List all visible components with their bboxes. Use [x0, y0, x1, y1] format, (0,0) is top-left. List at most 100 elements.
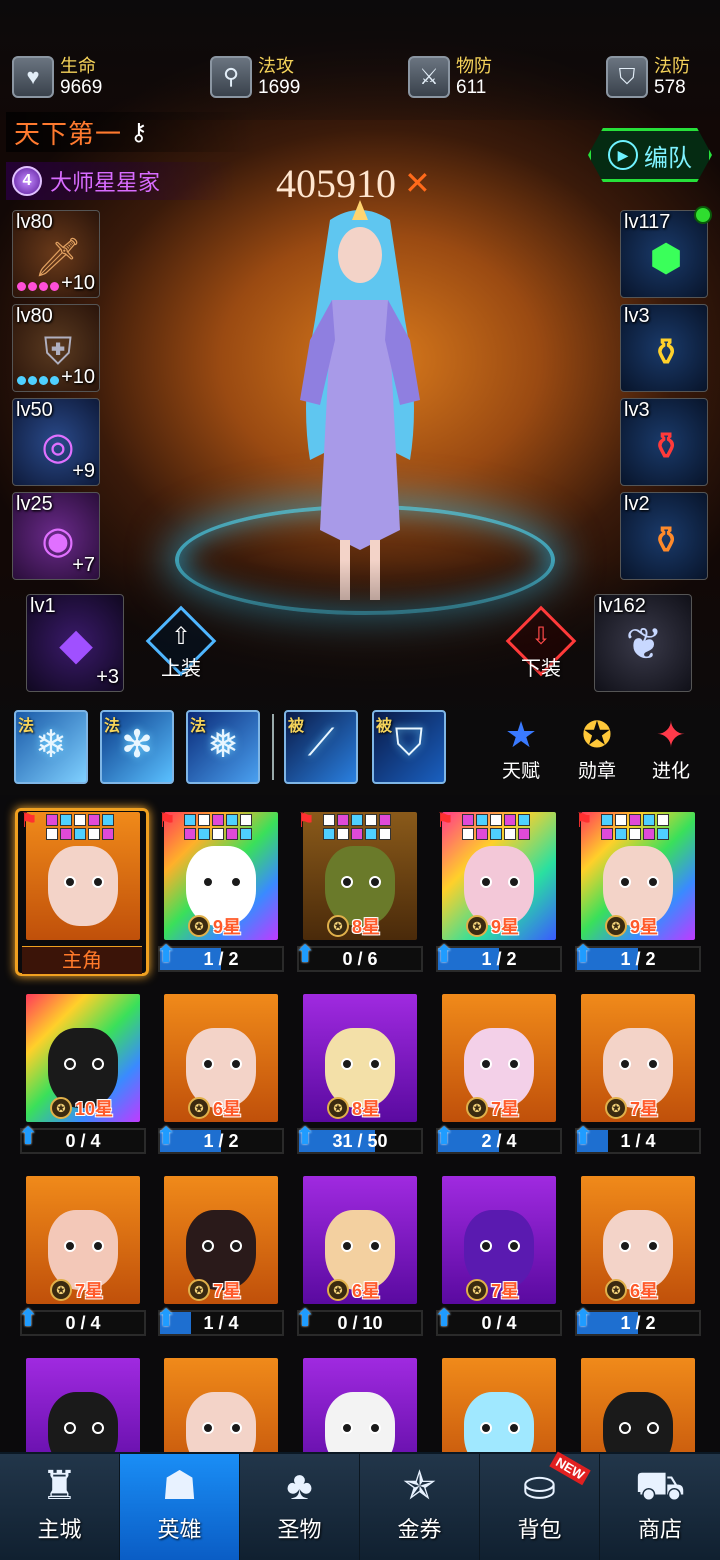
- equip-yellow-potion[interactable]: ⚱ lv3: [620, 304, 708, 392]
- nav-label: 背包: [517, 1517, 562, 1542]
- team-button-label: 编队: [644, 144, 692, 172]
- medal-button[interactable]: ✪ 勋章: [564, 714, 630, 784]
- hero-card[interactable]: ✪ 6星 1 / 2 ⬆: [573, 1176, 701, 1356]
- equip-ring[interactable]: ◎ lv50 +9: [12, 398, 100, 486]
- hero-card[interactable]: ✪ 6星 0 / 10 ⬆: [295, 1176, 423, 1356]
- hero-card[interactable]: ✪ 8星 31 / 50 ⬆: [295, 994, 423, 1174]
- hero-stars: ✪ 6星: [605, 1278, 658, 1302]
- hero-card[interactable]: ✪ 7星 1 / 4 ⬆: [573, 994, 701, 1174]
- equip-level: lv3: [624, 305, 650, 327]
- gem-pips: [462, 814, 530, 840]
- evolve-icon: ✦: [655, 714, 687, 755]
- equip-fire-potion[interactable]: ⚱ lv2: [620, 492, 708, 580]
- star-count: 7星: [213, 1281, 242, 1301]
- clover-icon: ♣: [286, 1464, 313, 1508]
- upgrade-arrow-icon: ⬆: [434, 1305, 455, 1332]
- evolve-label: 进化: [651, 761, 690, 782]
- shard-count: 1 / 2: [203, 1131, 239, 1151]
- hero-card[interactable]: ✪ 7星 0 / 4 ⬆: [434, 1176, 562, 1356]
- evolve-button[interactable]: ✦ 进化: [638, 714, 704, 784]
- nav-relics[interactable]: ♣ 圣物: [240, 1454, 360, 1560]
- shard-progress-bar: 0 / 6: [297, 946, 423, 972]
- stat-label: 法攻: [258, 56, 294, 76]
- shard-count: 0 / 6: [342, 949, 378, 969]
- wand-icon: ⚲: [210, 56, 252, 98]
- equip-red-potion[interactable]: ⚱ lv3: [620, 398, 708, 486]
- hero-card[interactable]: ✪ 7星 0 / 4 ⬆: [18, 1176, 146, 1356]
- stat-label: 生命: [60, 56, 96, 76]
- equip-wings[interactable]: ❦ lv162: [594, 594, 692, 692]
- play-icon: ▶: [608, 140, 638, 170]
- nav-backpack[interactable]: ⛀ 背包 NEW: [480, 1451, 600, 1560]
- hero-card[interactable]: ⚑ ✪ 9星 1 / 2 ⬆: [573, 810, 701, 992]
- hero-eyes: [64, 1240, 104, 1252]
- hero-eyes: [480, 876, 520, 888]
- class-icon: ✪: [327, 1097, 349, 1119]
- gem-pips: [601, 814, 669, 840]
- equip-level: lv162: [598, 595, 646, 617]
- flag-icon: ⚑: [158, 810, 176, 832]
- stat-value: 9669: [60, 77, 103, 98]
- nav-main-city[interactable]: ♜ 主城: [0, 1454, 120, 1560]
- hero-stars: ✪ 10星: [50, 1096, 113, 1120]
- nav-heroes[interactable]: ☗ 英雄: [120, 1454, 240, 1560]
- red-potion-icon: ⚱: [650, 425, 682, 468]
- equip-level: lv3: [624, 399, 650, 421]
- class-icon: ✪: [327, 1279, 349, 1301]
- star-count: 9星: [630, 917, 659, 937]
- nav-gold-voucher[interactable]: ✯ 金券: [360, 1454, 480, 1560]
- hero-card[interactable]: ✪ 6星 1 / 2 ⬆: [156, 994, 284, 1174]
- hero-eyes: [341, 1422, 381, 1434]
- skill-1[interactable]: 法 ❄: [14, 710, 88, 784]
- skill-3[interactable]: 法 ❅: [186, 710, 260, 784]
- nav-shop[interactable]: ⛟ 商店: [600, 1454, 720, 1560]
- equip-off-button[interactable]: ⇩ 下装: [505, 605, 577, 682]
- title-bar[interactable]: 天下第一 ⚷: [6, 112, 256, 152]
- upgrade-arrow-icon: ⬆: [295, 1305, 316, 1332]
- hero-card[interactable]: ⚑ ✪ 9星 1 / 2 ⬆: [434, 810, 562, 992]
- team-button[interactable]: ▶ 编队: [588, 128, 712, 182]
- equip-level: lv1: [30, 595, 56, 617]
- equip-plus: +10: [61, 366, 95, 388]
- hero-character[interactable]: [240, 200, 480, 620]
- stat-value: 578: [654, 77, 686, 98]
- equip-weapon[interactable]: 🗡 lv80 +10: [12, 210, 100, 298]
- equip-armor[interactable]: ⛨ lv80 +10: [12, 304, 100, 392]
- equip-crystal[interactable]: ◆ lv1 +3: [26, 594, 124, 692]
- class-icon: ✪: [466, 1097, 488, 1119]
- shard-count: 2 / 4: [481, 1131, 517, 1151]
- skill-5[interactable]: 被 ⛉: [372, 710, 446, 784]
- hero-card[interactable]: ✪ 10星 0 / 4 ⬆: [18, 994, 146, 1174]
- equip-on-button[interactable]: ⇧ 上装: [145, 605, 217, 682]
- hero-eyes: [480, 1058, 520, 1070]
- nav-label: 英雄: [157, 1517, 202, 1542]
- shard-count: 31 / 50: [332, 1131, 388, 1151]
- equip-bracelet[interactable]: ◉ lv25 +7: [12, 492, 100, 580]
- shard-count: 1 / 2: [620, 1313, 656, 1333]
- power-value: 405910: [276, 160, 396, 206]
- stat-label: 物防: [456, 56, 492, 76]
- skill-4[interactable]: 被 ⟋: [284, 710, 358, 784]
- shard-progress-bar: 1 / 2: [158, 946, 284, 972]
- shard-count: 0 / 4: [481, 1313, 517, 1333]
- hero-eyes: [64, 1422, 104, 1434]
- shard-progress-bar: 1 / 2: [575, 946, 701, 972]
- star-count: 8星: [352, 1099, 381, 1119]
- hero-card[interactable]: ⚑ ✪ 9星 1 / 2 ⬆: [156, 810, 284, 992]
- hero-card[interactable]: ✪ 7星 2 / 4 ⬆: [434, 994, 562, 1174]
- equip-emerald[interactable]: ⬢ lv117: [620, 210, 708, 298]
- hero-card[interactable]: ✪ 7星 1 / 4 ⬆: [156, 1176, 284, 1356]
- hero-panel: ♥ 生命 9669 ⚲ 法攻 1699 ⚔ 物防 611 ⛉ 法防 578 天下第一 ⚷…: [0, 0, 720, 795]
- crossed-swords-icon: ✕: [404, 165, 431, 201]
- nav-label: 圣物: [277, 1517, 322, 1542]
- hero-stars: ✪ 8星: [327, 914, 380, 938]
- skill-2[interactable]: 法 ✻: [100, 710, 174, 784]
- hero-stars: ✪ 9星: [466, 914, 519, 938]
- hero-card[interactable]: ⚑ ✪ 8星 0 / 6 ⬆: [295, 810, 423, 992]
- hero-eyes: [619, 876, 659, 888]
- talent-button[interactable]: ★ 天赋: [488, 714, 554, 784]
- upgrade-arrow-icon: ⬆: [295, 1123, 316, 1150]
- class-icon: ✪: [327, 915, 349, 937]
- shard-count: 1 / 4: [620, 1131, 656, 1151]
- medal-icon: ✪: [581, 714, 613, 755]
